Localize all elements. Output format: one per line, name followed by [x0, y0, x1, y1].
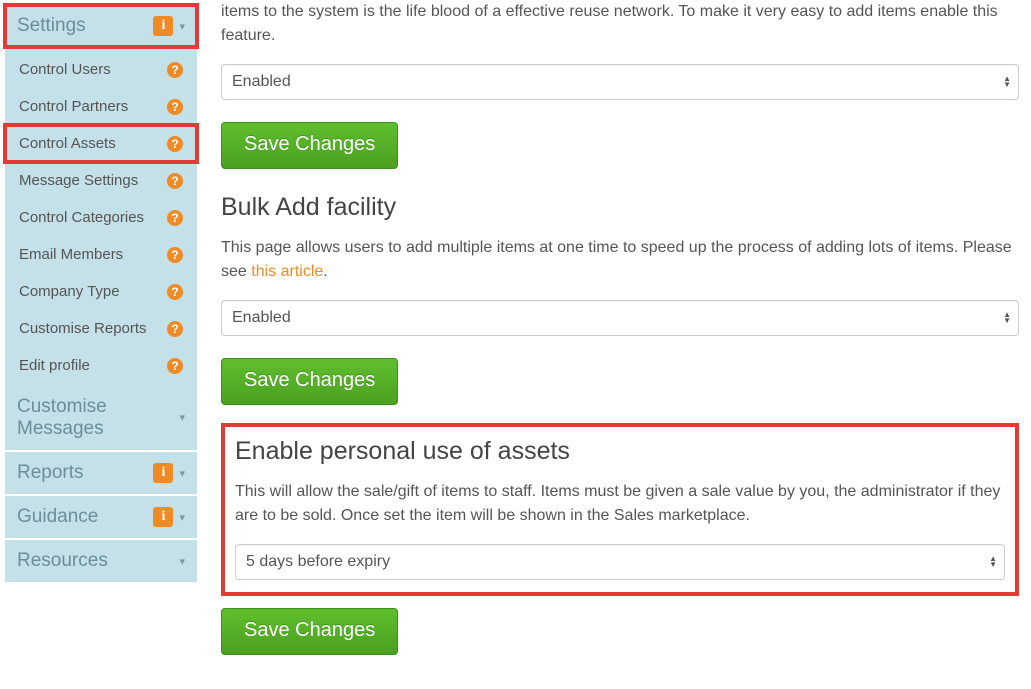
sidebar-section-label: Customise Messages — [17, 396, 179, 440]
chevron-down-icon — [179, 411, 185, 425]
chevron-down-icon — [179, 466, 185, 480]
sidebar-item-label: Control Partners — [19, 98, 128, 115]
bulk-desc-suffix: . — [323, 263, 327, 280]
intro-text: items to the system is the life blood of… — [221, 0, 1019, 48]
bulk-add-description: This page allows users to add multiple i… — [221, 236, 1019, 284]
sidebar-item-label: Control Assets — [19, 135, 116, 152]
select-value: 5 days before expiry — [235, 544, 1005, 580]
sidebar-section-resources[interactable]: Resources — [5, 540, 197, 582]
sidebar-section-customise-messages[interactable]: Customise Messages — [5, 386, 197, 450]
help-icon[interactable]: ? — [167, 99, 183, 115]
sidebar-item-label: Email Members — [19, 246, 123, 263]
help-icon[interactable]: ? — [167, 247, 183, 263]
help-icon[interactable]: ? — [167, 62, 183, 78]
enable-facility-select[interactable]: Enabled ▲▼ — [221, 64, 1019, 100]
info-icon[interactable]: i — [153, 16, 173, 36]
sidebar-section-label: Guidance — [17, 506, 153, 528]
help-icon[interactable]: ? — [167, 173, 183, 189]
sidebar: Settings i Control Users ? Control Partn… — [0, 0, 205, 689]
bulk-article-link[interactable]: this article — [251, 263, 323, 280]
chevron-down-icon — [179, 510, 185, 524]
help-icon[interactable]: ? — [167, 358, 183, 374]
sidebar-section-label: Settings — [17, 15, 153, 37]
help-icon[interactable]: ? — [167, 136, 183, 152]
help-icon[interactable]: ? — [167, 321, 183, 337]
chevron-down-icon — [179, 554, 185, 568]
sidebar-item-customise-reports[interactable]: Customise Reports ? — [5, 310, 197, 347]
save-button[interactable]: Save Changes — [221, 608, 398, 655]
sidebar-item-control-users[interactable]: Control Users ? — [5, 51, 197, 88]
sidebar-item-edit-profile[interactable]: Edit profile ? — [5, 347, 197, 384]
save-button[interactable]: Save Changes — [221, 122, 398, 169]
bulk-desc-prefix: This page allows users to add multiple i… — [221, 239, 1012, 280]
sidebar-item-control-partners[interactable]: Control Partners ? — [5, 88, 197, 125]
sidebar-section-guidance[interactable]: Guidance i — [5, 496, 197, 538]
sidebar-item-label: Customise Reports — [19, 320, 147, 337]
sidebar-section-label: Reports — [17, 462, 153, 484]
sidebar-item-label: Control Users — [19, 61, 111, 78]
sidebar-item-control-assets[interactable]: Control Assets ? — [5, 125, 197, 162]
sidebar-section-reports[interactable]: Reports i — [5, 452, 197, 494]
sidebar-items-settings: Control Users ? Control Partners ? Contr… — [5, 49, 197, 386]
sidebar-item-message-settings[interactable]: Message Settings ? — [5, 162, 197, 199]
save-button[interactable]: Save Changes — [221, 358, 398, 405]
personal-use-select[interactable]: 5 days before expiry ▲▼ — [235, 544, 1005, 580]
sidebar-item-label: Company Type — [19, 283, 120, 300]
personal-use-description: This will allow the sale/gift of items t… — [235, 480, 1005, 528]
info-icon[interactable]: i — [153, 507, 173, 527]
sidebar-section-label: Resources — [17, 550, 179, 572]
sidebar-item-company-type[interactable]: Company Type ? — [5, 273, 197, 310]
sidebar-section-settings[interactable]: Settings i — [5, 5, 197, 47]
main-content: items to the system is the life blood of… — [205, 0, 1031, 689]
sidebar-item-email-members[interactable]: Email Members ? — [5, 236, 197, 273]
sidebar-item-label: Edit profile — [19, 357, 90, 374]
help-icon[interactable]: ? — [167, 284, 183, 300]
sidebar-item-label: Message Settings — [19, 172, 138, 189]
info-icon[interactable]: i — [153, 463, 173, 483]
personal-use-title: Enable personal use of assets — [235, 437, 1005, 466]
bulk-add-title: Bulk Add facility — [221, 193, 1019, 222]
personal-use-section: Enable personal use of assets This will … — [221, 423, 1019, 596]
bulk-add-select[interactable]: Enabled ▲▼ — [221, 300, 1019, 336]
sidebar-item-control-categories[interactable]: Control Categories ? — [5, 199, 197, 236]
select-value: Enabled — [221, 64, 1019, 100]
select-value: Enabled — [221, 300, 1019, 336]
chevron-down-icon — [179, 19, 185, 33]
sidebar-item-label: Control Categories — [19, 209, 144, 226]
help-icon[interactable]: ? — [167, 210, 183, 226]
